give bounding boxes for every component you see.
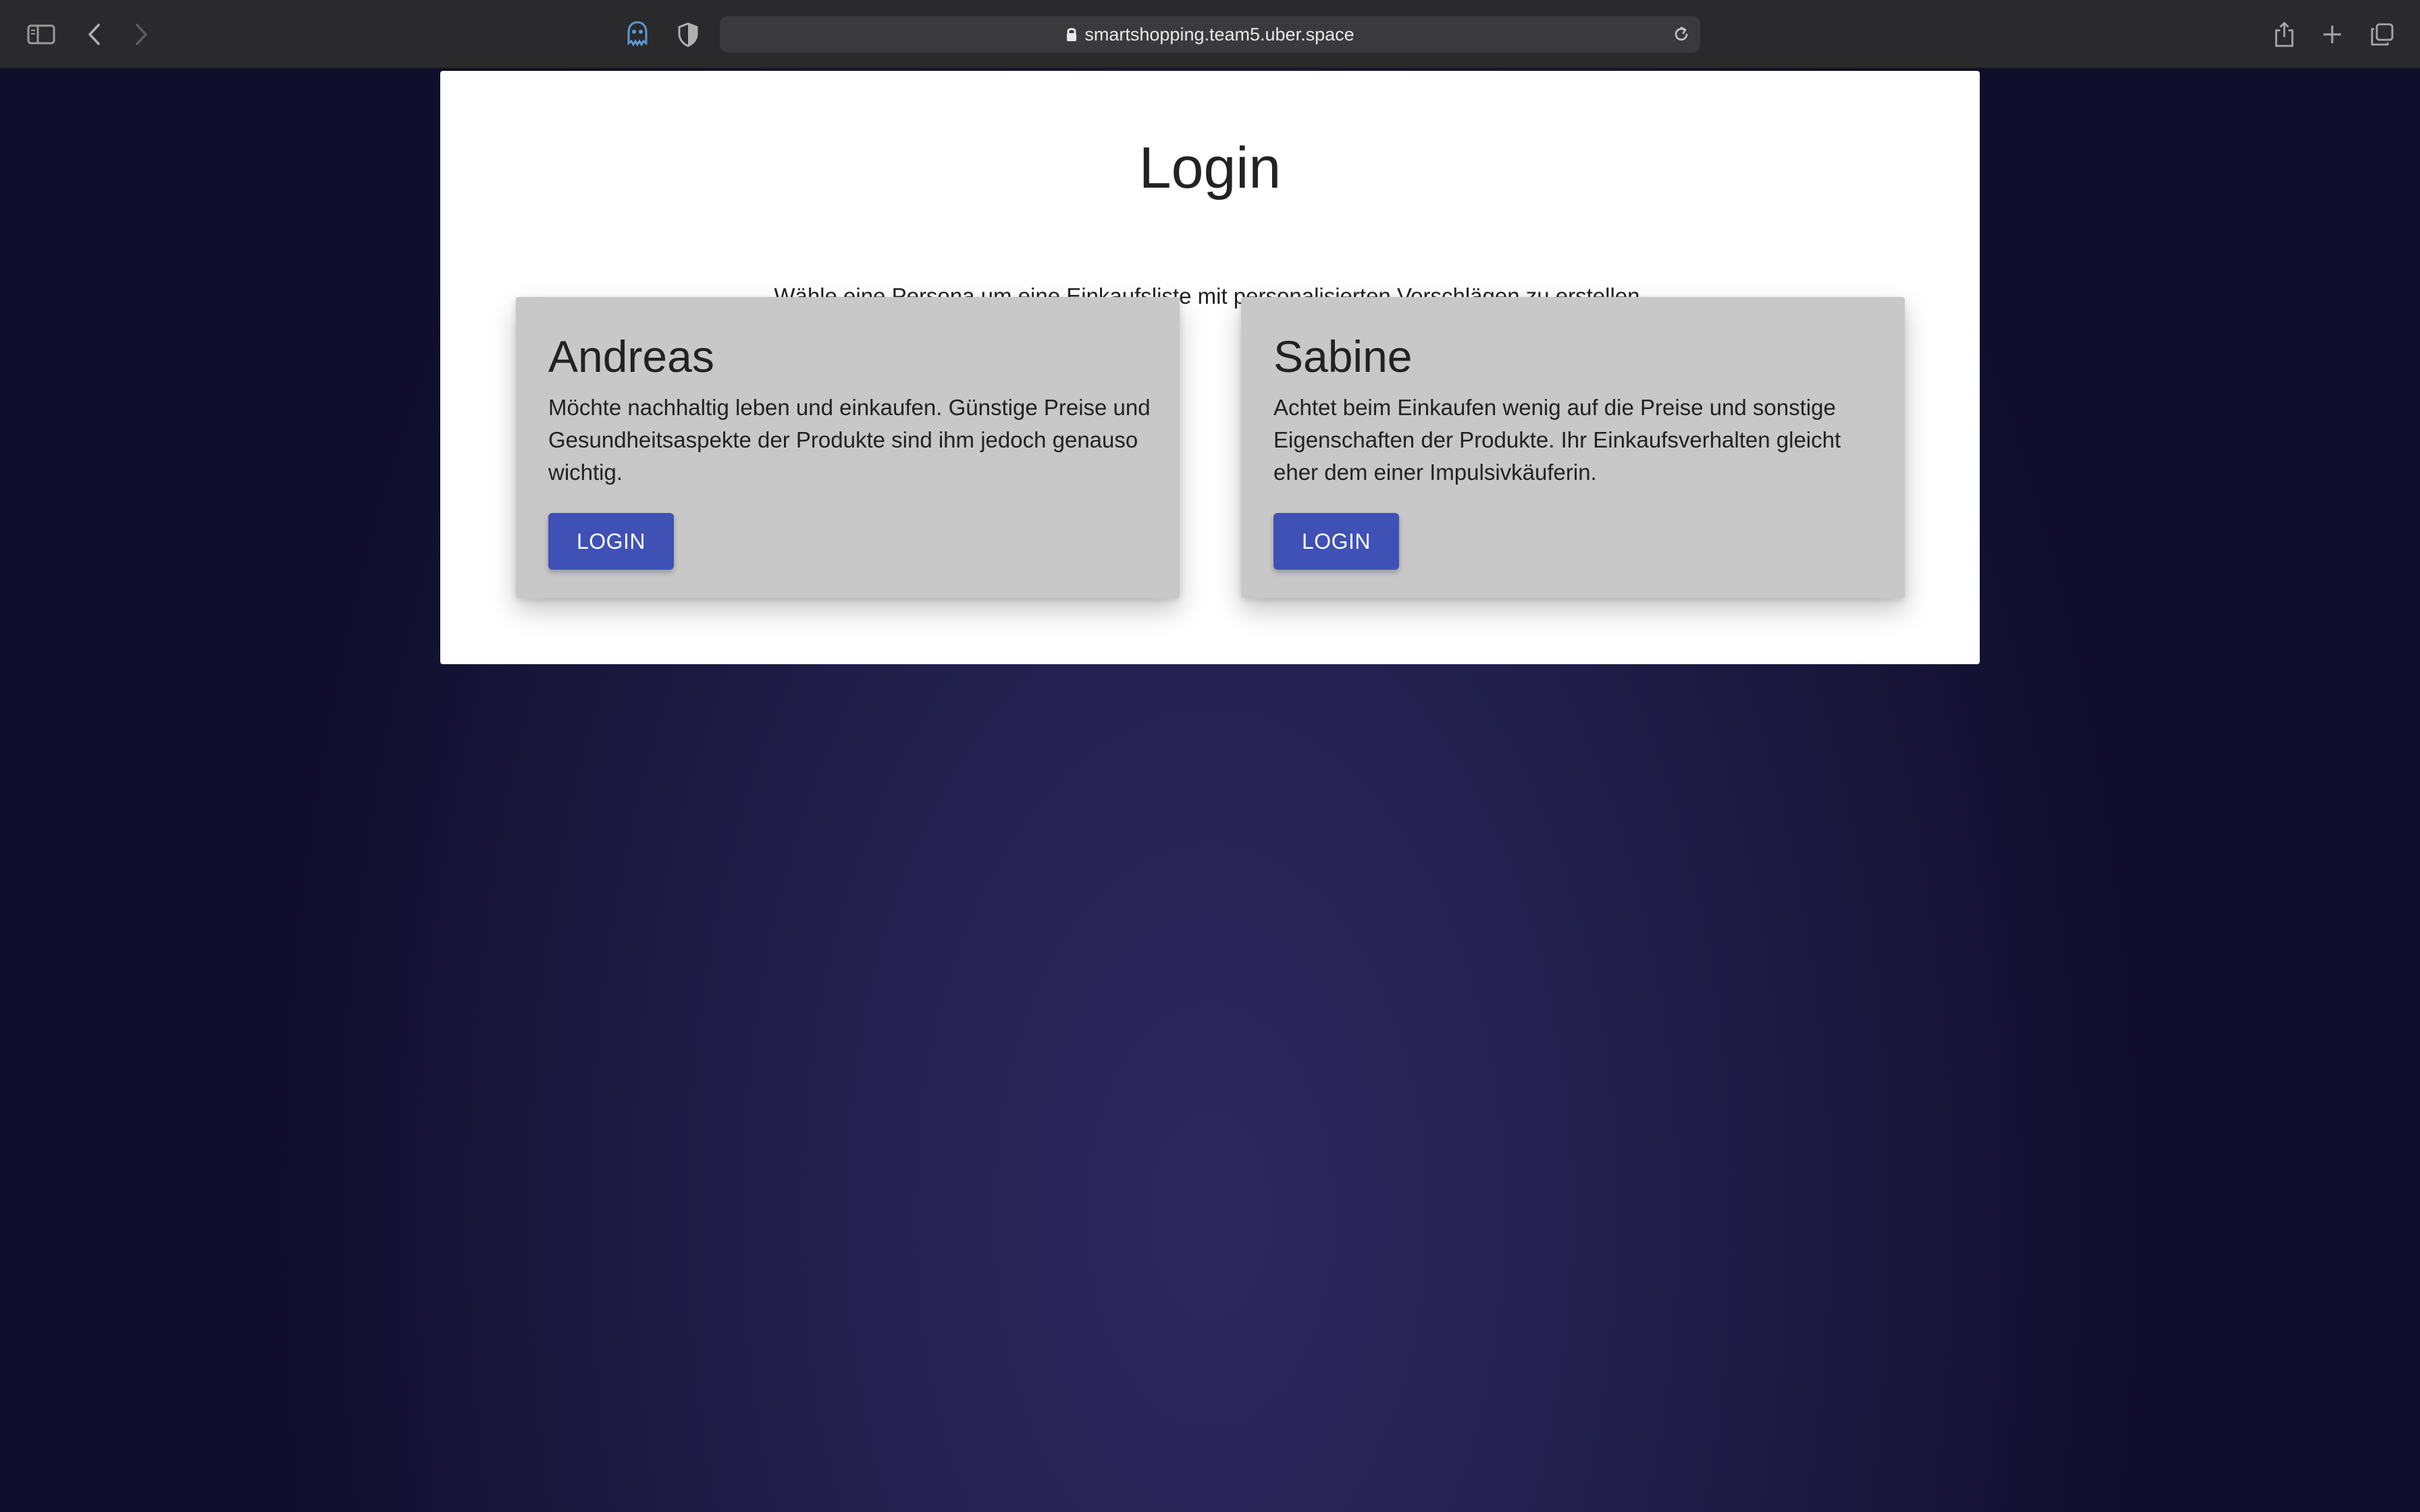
persona-name: Andreas <box>548 331 714 381</box>
ghostery-icon[interactable] <box>621 18 654 51</box>
persona-card-sabine: Sabine Achtet beim Einkaufen wenig auf d… <box>1241 297 1905 598</box>
lock-icon <box>1066 26 1078 43</box>
login-panel: Login Wähle eine Persona um eine Einkauf… <box>440 71 1980 664</box>
back-icon[interactable] <box>78 18 111 51</box>
persona-description: Achtet beim Einkaufen wenig auf die Prei… <box>1273 395 1841 485</box>
tabs-overview-icon[interactable] <box>2365 18 2399 51</box>
persona-description: Möchte nachhaltig leben und einkaufen. G… <box>548 395 1151 485</box>
share-icon[interactable] <box>2267 18 2301 51</box>
sidebar-icon[interactable] <box>24 18 58 51</box>
persona-name: Sabine <box>1273 331 1413 381</box>
reload-icon[interactable] <box>1672 25 1691 44</box>
browser-toolbar: smartshopping.team5.uber.space <box>0 0 2420 69</box>
login-button-sabine[interactable]: LOGIN <box>1273 513 1399 570</box>
login-button-andreas[interactable]: LOGIN <box>548 513 674 570</box>
address-bar[interactable]: smartshopping.team5.uber.space <box>720 16 1700 53</box>
shield-icon[interactable] <box>671 18 705 51</box>
persona-card-andreas: Andreas Möchte nachhaltig leben und eink… <box>516 297 1180 598</box>
url-text: smartshopping.team5.uber.space <box>1084 24 1354 45</box>
forward-icon[interactable] <box>124 18 158 51</box>
new-tab-icon[interactable] <box>2315 18 2349 51</box>
page-title: Login <box>1138 136 1282 200</box>
